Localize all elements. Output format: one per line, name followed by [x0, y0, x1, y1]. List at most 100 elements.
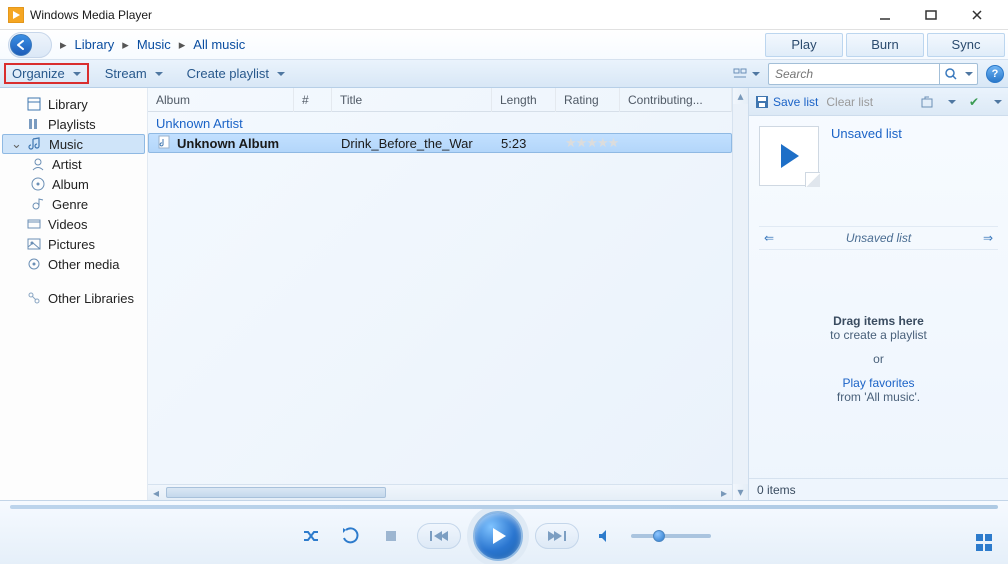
unsaved-list-title[interactable]: Unsaved list [831, 126, 902, 141]
col-rating[interactable]: Rating [556, 88, 620, 112]
sidebar-item-other-libraries[interactable]: Other Libraries [2, 288, 145, 308]
drop-zone[interactable]: Drag items here to create a playlist or … [759, 250, 998, 468]
list-check-button[interactable]: ✔ [964, 92, 984, 112]
sidebar-item-album[interactable]: Album [2, 174, 145, 194]
organize-menu[interactable]: Organize [4, 63, 89, 84]
stop-button[interactable] [377, 522, 405, 550]
sidebar-item-label: Playlists [48, 117, 96, 132]
scroll-left-icon[interactable]: ◂ [148, 486, 164, 500]
col-album[interactable]: Album [148, 88, 294, 112]
play-favorites-link[interactable]: Play favorites [842, 376, 914, 390]
track-rating[interactable]: ★★★★★ [557, 135, 621, 151]
volume-slider[interactable] [631, 534, 711, 538]
save-icon [755, 95, 769, 109]
sidebar-item-pictures[interactable]: Pictures [2, 234, 145, 254]
repeat-button[interactable] [337, 522, 365, 550]
scroll-track[interactable] [733, 104, 748, 484]
artist-icon [30, 156, 46, 172]
view-options-button[interactable] [730, 64, 750, 84]
sidebar-item-playlists[interactable]: Playlists [2, 114, 145, 134]
scroll-thumb[interactable] [166, 487, 386, 498]
playlist-icon [26, 116, 42, 132]
or-label: or [873, 352, 884, 366]
back-icon [10, 34, 32, 56]
save-list-button[interactable]: Save list [755, 95, 818, 109]
list-options-button[interactable] [918, 92, 938, 112]
library-icon [26, 96, 42, 112]
caret-down-icon [752, 72, 760, 76]
sidebar-item-label: Videos [48, 217, 88, 232]
clear-list-button[interactable]: Clear list [826, 95, 873, 109]
seek-bar[interactable] [10, 505, 998, 509]
breadcrumb-library[interactable]: Library [75, 37, 115, 52]
search-box[interactable] [768, 63, 978, 85]
col-contributing[interactable]: Contributing... [620, 88, 732, 112]
list-nav-row: ⇐ Unsaved list ⇒ [759, 226, 998, 250]
sidebar-item-label: Other Libraries [48, 291, 134, 306]
breadcrumb-music[interactable]: Music [137, 37, 171, 52]
previous-button[interactable] [417, 523, 461, 549]
player-controls [297, 511, 711, 561]
stream-menu[interactable]: Stream [97, 64, 171, 83]
search-icon[interactable] [939, 64, 961, 84]
back-forward-button[interactable] [8, 32, 52, 58]
create-playlist-menu[interactable]: Create playlist [179, 64, 293, 83]
title-bar: Windows Media Player [0, 0, 1008, 30]
shuffle-button[interactable] [297, 522, 325, 550]
minimize-button[interactable] [862, 3, 908, 27]
col-length[interactable]: Length [492, 88, 556, 112]
caret-down-icon [155, 72, 163, 76]
col-number[interactable]: # [294, 88, 332, 112]
close-button[interactable] [954, 3, 1000, 27]
sidebar-item-label: Pictures [48, 237, 95, 252]
breadcrumb-all-music[interactable]: All music [193, 37, 245, 52]
album-icon [30, 176, 46, 192]
chevron-down-icon: ⌄ [11, 136, 21, 152]
next-list-button[interactable]: ⇒ [978, 231, 998, 245]
scroll-up-icon[interactable]: ▴ [733, 88, 748, 104]
scroll-down-icon[interactable]: ▾ [733, 484, 748, 500]
caret-down-icon [73, 72, 81, 76]
list-panel-toolbar: Save list Clear list ✔ [749, 88, 1008, 116]
sidebar-item-label: Album [52, 177, 89, 192]
scroll-right-icon[interactable]: ▸ [716, 486, 732, 500]
tab-play[interactable]: Play [765, 33, 843, 57]
play-button[interactable] [473, 511, 523, 561]
sidebar-item-music[interactable]: ⌄ Music [2, 134, 145, 154]
drag-here-label: Drag items here [833, 314, 924, 328]
app-icon [8, 7, 24, 23]
sidebar-item-label: Music [49, 137, 83, 152]
next-button[interactable] [535, 523, 579, 549]
player-bar [0, 500, 1008, 564]
maximize-button[interactable] [908, 3, 954, 27]
vertical-scrollbar[interactable]: ▴ ▾ [732, 88, 748, 500]
view-toggle-button[interactable] [976, 534, 994, 552]
track-title: Drink_Before_the_War [333, 136, 493, 151]
col-title[interactable]: Title [332, 88, 492, 112]
tab-burn[interactable]: Burn [846, 33, 924, 57]
sidebar-item-other-media[interactable]: Other media [2, 254, 145, 274]
window-title: Windows Media Player [30, 8, 152, 22]
artist-group[interactable]: Unknown Artist [148, 112, 732, 133]
caret-down-icon [965, 72, 973, 76]
sidebar-item-videos[interactable]: Videos [2, 214, 145, 234]
chevron-right-icon: ▸ [179, 37, 186, 53]
pictures-icon [26, 236, 42, 252]
mute-button[interactable] [591, 522, 619, 550]
nav-row: ▸ Library ▸ Music ▸ All music Play Burn … [0, 30, 1008, 60]
sidebar-item-label: Library [48, 97, 88, 112]
from-label: from 'All music'. [837, 390, 920, 404]
sidebar-item-genre[interactable]: Genre [2, 194, 145, 214]
body-area: Library Playlists ⌄ Music Artist Album G… [0, 88, 1008, 500]
tab-sync[interactable]: Sync [927, 33, 1005, 57]
sidebar-item-library[interactable]: Library [2, 94, 145, 114]
search-input[interactable] [769, 67, 939, 81]
sidebar-item-artist[interactable]: Artist [2, 154, 145, 174]
help-button[interactable]: ? [986, 65, 1004, 83]
main-list: Album # Title Length Rating Contributing… [148, 88, 732, 500]
prev-list-button[interactable]: ⇐ [759, 231, 779, 245]
volume-thumb[interactable] [653, 530, 665, 542]
nav-buttons [8, 32, 52, 58]
horizontal-scrollbar[interactable]: ◂ ▸ [148, 484, 732, 500]
table-row[interactable]: Unknown Album Drink_Before_the_War 5:23 … [148, 133, 732, 153]
